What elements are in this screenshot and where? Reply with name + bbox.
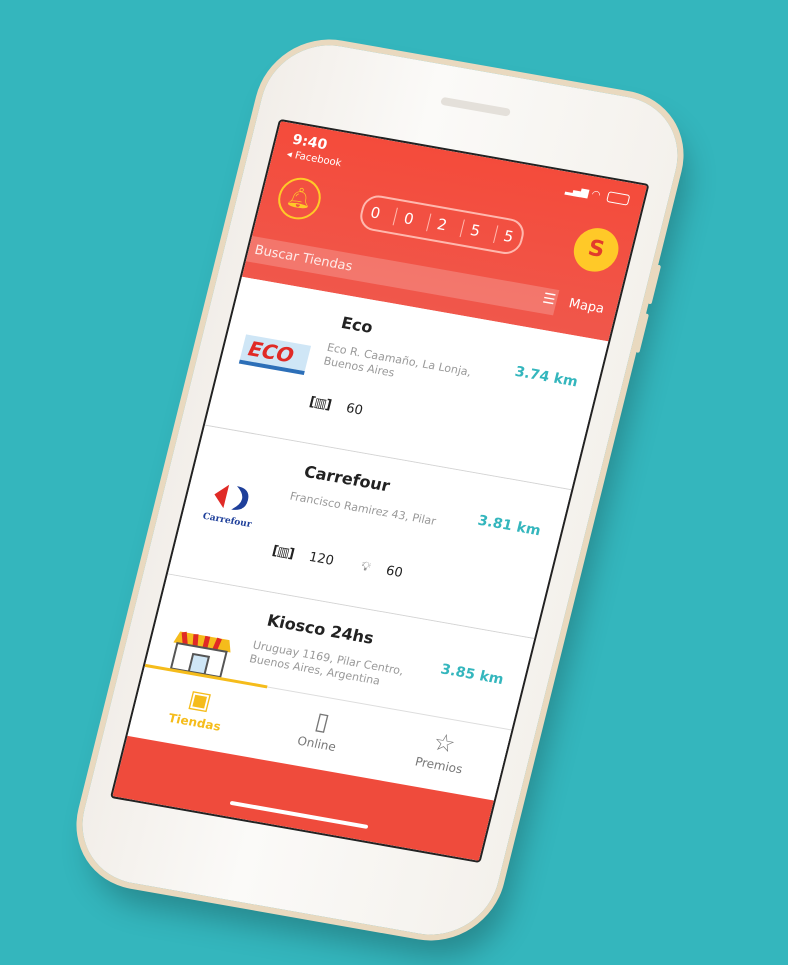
store-address: Francisco Ramirez 43, Pilar [288, 489, 438, 528]
store-metrics: [▥] 120 💡︎ 60 [271, 543, 428, 585]
counter-digit: 2 [426, 213, 449, 235]
store-name: Eco [339, 313, 375, 337]
store-distance: 3.85 km [438, 661, 506, 689]
scan-count: 60 [344, 401, 365, 419]
status-icons: ▂▄▆ ◠ [564, 184, 631, 206]
store-distance: 3.74 km [513, 363, 580, 391]
idea-count: 60 [384, 563, 405, 581]
store-name: Carrefour [302, 461, 392, 496]
store-address: Eco R. Caamaño, La Lonja, Buenos Aires [322, 340, 473, 380]
wifi-icon: ◠ [590, 188, 602, 202]
list-icon[interactable]: ☰ [541, 291, 557, 309]
points-counter: 0 0 2 5 5 [356, 192, 528, 257]
svg-text:Carrefour: Carrefour [201, 512, 252, 530]
eco-logo: ECO [238, 334, 312, 376]
counter-digit: 5 [459, 219, 483, 241]
signal-icon: ▂▄▆ [564, 184, 590, 200]
counter-digit: 5 [492, 225, 516, 247]
battery-icon [606, 191, 631, 206]
carrefour-logo: Carrefour [201, 484, 253, 530]
counter-digit: 0 [368, 203, 383, 223]
app-screen: 9:40 ◂ Facebook ▂▄▆ ◠ 🔔︎ 0 0 2 5 5 S ☰ M… [109, 118, 650, 864]
lightbulb-icon: 💡︎ [359, 559, 373, 576]
map-label[interactable]: Mapa [567, 296, 606, 317]
counter-digit: 0 [392, 207, 416, 229]
barcode-icon: [▥] [270, 543, 295, 562]
barcode-icon: [▥] [307, 394, 333, 413]
back-to-app-link[interactable]: ◂ Facebook [286, 149, 343, 169]
store-distance: 3.81 km [476, 512, 543, 540]
bell-icon[interactable]: 🔔︎ [273, 174, 326, 223]
phone-device: 9:40 ◂ Facebook ▂▄▆ ◠ 🔔︎ 0 0 2 5 5 S ☰ M… [68, 35, 692, 945]
store-metrics: [▥] 60 [308, 395, 388, 423]
shopping-bag-icon[interactable]: S [569, 224, 624, 276]
scan-count: 120 [307, 549, 336, 569]
